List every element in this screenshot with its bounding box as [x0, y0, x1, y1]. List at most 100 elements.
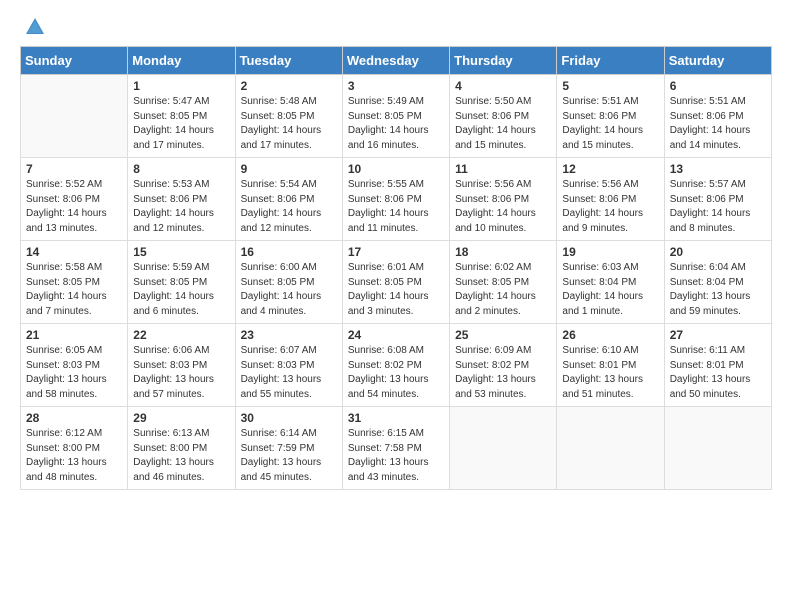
calendar-week-row: 14 Sunrise: 5:58 AM Sunset: 8:05 PM Dayli…	[21, 241, 772, 324]
weekday-header-tuesday: Tuesday	[235, 47, 342, 75]
day-info: Sunrise: 5:52 AM Sunset: 8:06 PM Dayligh…	[26, 178, 122, 236]
day-info: Sunrise: 6:06 AM Sunset: 8:03 PM Dayligh…	[133, 344, 229, 402]
weekday-header-thursday: Thursday	[450, 47, 557, 75]
day-info: Sunrise: 6:04 AM Sunset: 8:04 PM Dayligh…	[670, 261, 766, 319]
day-info: Sunrise: 6:15 AM Sunset: 7:58 PM Dayligh…	[348, 427, 444, 485]
calendar-cell: 27 Sunrise: 6:11 AM Sunset: 8:01 PM Dayli…	[664, 324, 771, 407]
day-number: 8	[133, 162, 229, 176]
calendar-cell: 7 Sunrise: 5:52 AM Sunset: 8:06 PM Daylig…	[21, 158, 128, 241]
weekday-header-wednesday: Wednesday	[342, 47, 449, 75]
calendar-cell: 1 Sunrise: 5:47 AM Sunset: 8:05 PM Daylig…	[128, 75, 235, 158]
day-info: Sunrise: 6:11 AM Sunset: 8:01 PM Dayligh…	[670, 344, 766, 402]
day-info: Sunrise: 5:54 AM Sunset: 8:06 PM Dayligh…	[241, 178, 337, 236]
weekday-header-row: SundayMondayTuesdayWednesdayThursdayFrid…	[21, 47, 772, 75]
calendar-cell: 2 Sunrise: 5:48 AM Sunset: 8:05 PM Daylig…	[235, 75, 342, 158]
day-info: Sunrise: 5:55 AM Sunset: 8:06 PM Dayligh…	[348, 178, 444, 236]
day-info: Sunrise: 5:53 AM Sunset: 8:06 PM Dayligh…	[133, 178, 229, 236]
day-info: Sunrise: 6:10 AM Sunset: 8:01 PM Dayligh…	[562, 344, 658, 402]
day-info: Sunrise: 6:08 AM Sunset: 8:02 PM Dayligh…	[348, 344, 444, 402]
day-info: Sunrise: 6:03 AM Sunset: 8:04 PM Dayligh…	[562, 261, 658, 319]
day-number: 30	[241, 411, 337, 425]
logo	[20, 16, 48, 38]
day-info: Sunrise: 5:48 AM Sunset: 8:05 PM Dayligh…	[241, 95, 337, 153]
weekday-header-monday: Monday	[128, 47, 235, 75]
calendar-cell: 15Sunrise: 5:59 AM Sunset: 8:05 PM Dayli…	[128, 241, 235, 324]
calendar-week-row: 28Sunrise: 6:12 AM Sunset: 8:00 PM Dayli…	[21, 407, 772, 490]
calendar-cell	[450, 407, 557, 490]
calendar-week-row: 21 Sunrise: 6:05 AM Sunset: 8:03 PM Dayli…	[21, 324, 772, 407]
calendar-week-row: 1 Sunrise: 5:47 AM Sunset: 8:05 PM Daylig…	[21, 75, 772, 158]
day-number: 31	[348, 411, 444, 425]
day-number: 1	[133, 79, 229, 93]
calendar-cell: 10 Sunrise: 5:55 AM Sunset: 8:06 PM Dayli…	[342, 158, 449, 241]
day-number: 2	[241, 79, 337, 93]
calendar-cell: 12 Sunrise: 5:56 AM Sunset: 8:06 PM Dayli…	[557, 158, 664, 241]
day-info: Sunrise: 5:56 AM Sunset: 8:06 PM Dayligh…	[562, 178, 658, 236]
day-number: 27	[670, 328, 766, 342]
day-number: 17	[348, 245, 444, 259]
page-header	[20, 16, 772, 38]
calendar-cell: 16Sunrise: 6:00 AM Sunset: 8:05 PM Dayli…	[235, 241, 342, 324]
calendar-cell: 9 Sunrise: 5:54 AM Sunset: 8:06 PM Daylig…	[235, 158, 342, 241]
calendar-cell: 5Sunrise: 5:51 AM Sunset: 8:06 PM Daylig…	[557, 75, 664, 158]
day-number: 3	[348, 79, 444, 93]
calendar-cell: 6Sunrise: 5:51 AM Sunset: 8:06 PM Daylig…	[664, 75, 771, 158]
weekday-header-friday: Friday	[557, 47, 664, 75]
day-info: Sunrise: 5:49 AM Sunset: 8:05 PM Dayligh…	[348, 95, 444, 153]
logo-icon	[24, 16, 46, 38]
day-info: Sunrise: 6:09 AM Sunset: 8:02 PM Dayligh…	[455, 344, 551, 402]
day-info: Sunrise: 5:51 AM Sunset: 8:06 PM Dayligh…	[670, 95, 766, 153]
day-info: Sunrise: 5:57 AM Sunset: 8:06 PM Dayligh…	[670, 178, 766, 236]
calendar-cell	[21, 75, 128, 158]
day-info: Sunrise: 6:12 AM Sunset: 8:00 PM Dayligh…	[26, 427, 122, 485]
day-info: Sunrise: 6:02 AM Sunset: 8:05 PM Dayligh…	[455, 261, 551, 319]
day-info: Sunrise: 5:51 AM Sunset: 8:06 PM Dayligh…	[562, 95, 658, 153]
day-number: 22	[133, 328, 229, 342]
day-number: 29	[133, 411, 229, 425]
day-number: 4	[455, 79, 551, 93]
calendar-cell: 30 Sunrise: 6:14 AM Sunset: 7:59 PM Dayli…	[235, 407, 342, 490]
day-number: 7	[26, 162, 122, 176]
calendar-cell: 22 Sunrise: 6:06 AM Sunset: 8:03 PM Dayli…	[128, 324, 235, 407]
calendar-cell: 25 Sunrise: 6:09 AM Sunset: 8:02 PM Dayli…	[450, 324, 557, 407]
calendar-cell: 24 Sunrise: 6:08 AM Sunset: 8:02 PM Dayli…	[342, 324, 449, 407]
calendar-cell: 23 Sunrise: 6:07 AM Sunset: 8:03 PM Dayli…	[235, 324, 342, 407]
day-info: Sunrise: 5:56 AM Sunset: 8:06 PM Dayligh…	[455, 178, 551, 236]
calendar-cell: 20 Sunrise: 6:04 AM Sunset: 8:04 PM Dayli…	[664, 241, 771, 324]
calendar-cell: 17Sunrise: 6:01 AM Sunset: 8:05 PM Dayli…	[342, 241, 449, 324]
calendar-week-row: 7 Sunrise: 5:52 AM Sunset: 8:06 PM Daylig…	[21, 158, 772, 241]
day-info: Sunrise: 6:13 AM Sunset: 8:00 PM Dayligh…	[133, 427, 229, 485]
day-number: 9	[241, 162, 337, 176]
calendar-cell: 18 Sunrise: 6:02 AM Sunset: 8:05 PM Dayli…	[450, 241, 557, 324]
day-number: 18	[455, 245, 551, 259]
calendar-cell: 29 Sunrise: 6:13 AM Sunset: 8:00 PM Dayli…	[128, 407, 235, 490]
day-info: Sunrise: 5:59 AM Sunset: 8:05 PM Dayligh…	[133, 261, 229, 319]
weekday-header-saturday: Saturday	[664, 47, 771, 75]
calendar-cell	[557, 407, 664, 490]
day-info: Sunrise: 6:00 AM Sunset: 8:05 PM Dayligh…	[241, 261, 337, 319]
day-number: 25	[455, 328, 551, 342]
calendar-cell: 11Sunrise: 5:56 AM Sunset: 8:06 PM Dayli…	[450, 158, 557, 241]
day-number: 12	[562, 162, 658, 176]
day-info: Sunrise: 6:14 AM Sunset: 7:59 PM Dayligh…	[241, 427, 337, 485]
day-number: 23	[241, 328, 337, 342]
calendar-cell: 19 Sunrise: 6:03 AM Sunset: 8:04 PM Dayli…	[557, 241, 664, 324]
day-info: Sunrise: 6:05 AM Sunset: 8:03 PM Dayligh…	[26, 344, 122, 402]
day-number: 24	[348, 328, 444, 342]
day-info: Sunrise: 6:07 AM Sunset: 8:03 PM Dayligh…	[241, 344, 337, 402]
calendar-cell: 13Sunrise: 5:57 AM Sunset: 8:06 PM Dayli…	[664, 158, 771, 241]
day-number: 21	[26, 328, 122, 342]
calendar-cell: 28Sunrise: 6:12 AM Sunset: 8:00 PM Dayli…	[21, 407, 128, 490]
weekday-header-sunday: Sunday	[21, 47, 128, 75]
day-number: 10	[348, 162, 444, 176]
calendar-cell: 8 Sunrise: 5:53 AM Sunset: 8:06 PM Daylig…	[128, 158, 235, 241]
calendar-cell: 14 Sunrise: 5:58 AM Sunset: 8:05 PM Dayli…	[21, 241, 128, 324]
calendar-cell: 21 Sunrise: 6:05 AM Sunset: 8:03 PM Dayli…	[21, 324, 128, 407]
day-info: Sunrise: 5:50 AM Sunset: 8:06 PM Dayligh…	[455, 95, 551, 153]
day-info: Sunrise: 5:58 AM Sunset: 8:05 PM Dayligh…	[26, 261, 122, 319]
day-number: 19	[562, 245, 658, 259]
calendar-cell: 4 Sunrise: 5:50 AM Sunset: 8:06 PM Daylig…	[450, 75, 557, 158]
day-number: 14	[26, 245, 122, 259]
day-info: Sunrise: 5:47 AM Sunset: 8:05 PM Dayligh…	[133, 95, 229, 153]
day-number: 20	[670, 245, 766, 259]
